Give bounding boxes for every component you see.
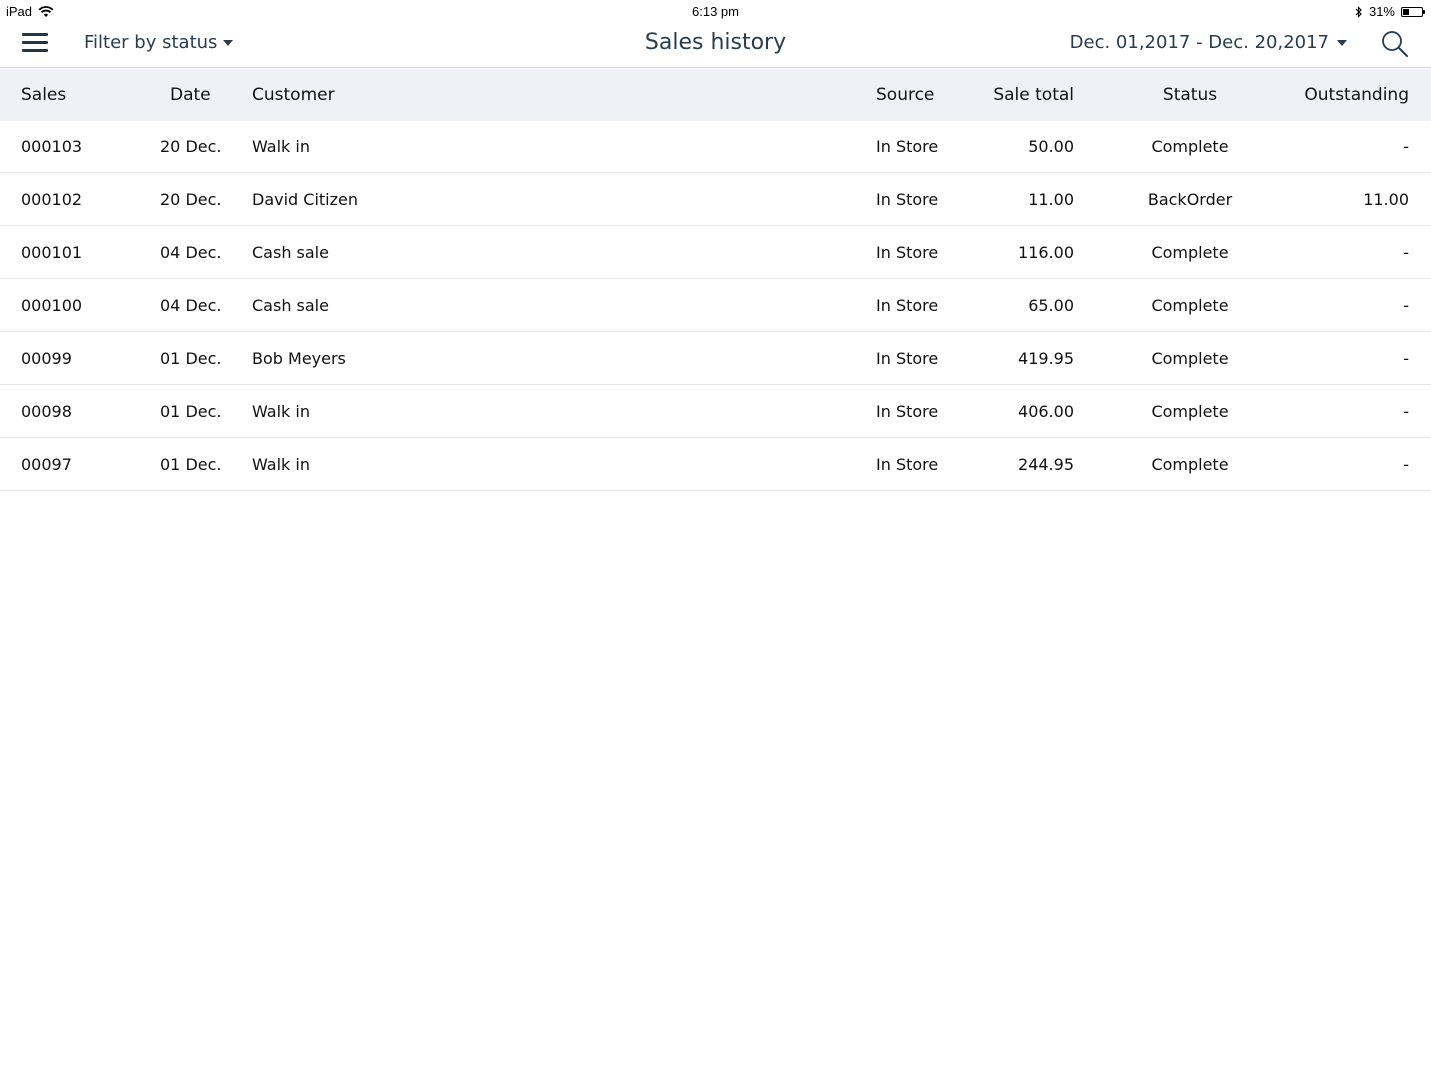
cell-status: Complete	[1151, 243, 1229, 262]
cell-status: Complete	[1151, 296, 1229, 315]
table-row[interactable]: 000100 04 Dec. Cash sale In Store 65.00 …	[0, 280, 1431, 332]
cell-sale-total: 11.00	[1028, 190, 1074, 209]
cell-outstanding: -	[1403, 296, 1409, 315]
column-header-sale-total[interactable]: Sale total	[993, 69, 1074, 121]
table-header: Sales Date Customer Source Sale total St…	[0, 69, 1431, 121]
table-row[interactable]: 000101 04 Dec. Cash sale In Store 116.00…	[0, 227, 1431, 279]
cell-source: In Store	[876, 455, 939, 474]
cell-outstanding: -	[1403, 243, 1409, 262]
cell-date: 04 Dec.	[160, 296, 222, 315]
date-range-label: Dec. 01,2017 - Dec. 20,2017	[1069, 32, 1329, 53]
cell-date: 01 Dec.	[160, 349, 222, 368]
cell-customer: Cash sale	[252, 243, 329, 262]
search-icon[interactable]	[1381, 30, 1409, 58]
cell-sale-total: 406.00	[1018, 402, 1074, 421]
column-header-source[interactable]: Source	[876, 69, 934, 121]
cell-source: In Store	[876, 243, 939, 262]
cell-outstanding: -	[1403, 137, 1409, 156]
column-header-sales[interactable]: Sales	[21, 69, 66, 121]
cell-outstanding: -	[1403, 349, 1409, 368]
cell-sale-total: 244.95	[1018, 455, 1074, 474]
date-range-dropdown[interactable]: Dec. 01,2017 - Dec. 20,2017	[1070, 32, 1347, 53]
caret-down-icon	[1337, 39, 1347, 46]
battery-level	[1403, 8, 1409, 15]
top-nav-bar: Filter by status Sales history Dec. 01,2…	[0, 22, 1431, 68]
table-row[interactable]: 00098 01 Dec. Walk in In Store 406.00 Co…	[0, 386, 1431, 438]
table-row[interactable]: 000102 20 Dec. David Citizen In Store 11…	[0, 174, 1431, 226]
cell-source: In Store	[876, 402, 939, 421]
cell-customer: Walk in	[252, 137, 310, 156]
cell-status: Complete	[1151, 402, 1229, 421]
hamburger-menu-icon[interactable]	[22, 33, 48, 55]
filter-by-status-label: Filter by status	[84, 32, 218, 53]
cell-status: Complete	[1151, 349, 1229, 368]
cell-source: In Store	[876, 137, 939, 156]
column-header-outstanding[interactable]: Outstanding	[1304, 69, 1409, 121]
cell-date: 01 Dec.	[160, 402, 222, 421]
status-bar: iPad 6:13 pm 31%	[0, 0, 1431, 22]
column-header-status[interactable]: Status	[1130, 69, 1250, 121]
cell-customer: Walk in	[252, 455, 310, 474]
cell-customer: David Citizen	[252, 190, 358, 209]
filter-by-status-dropdown[interactable]: Filter by status	[84, 32, 234, 53]
cell-sales: 000102	[21, 190, 83, 209]
table-row[interactable]: 00097 01 Dec. Walk in In Store 244.95 Co…	[0, 439, 1431, 491]
cell-sales: 00098	[21, 402, 72, 421]
cell-customer: Walk in	[252, 402, 310, 421]
cell-outstanding: -	[1403, 402, 1409, 421]
table-row[interactable]: 00099 01 Dec. Bob Meyers In Store 419.95…	[0, 333, 1431, 385]
cell-date: 20 Dec.	[160, 190, 222, 209]
cell-status: BackOrder	[1147, 190, 1233, 209]
cell-source: In Store	[876, 296, 939, 315]
cell-sales: 00097	[21, 455, 72, 474]
status-bar-right: 31%	[1355, 4, 1425, 19]
cell-date: 20 Dec.	[160, 137, 222, 156]
column-header-date[interactable]: Date	[170, 69, 211, 121]
column-header-customer[interactable]: Customer	[252, 69, 335, 121]
cell-source: In Store	[876, 190, 939, 209]
table-row[interactable]: 000103 20 Dec. Walk in In Store 50.00 Co…	[0, 121, 1431, 173]
cell-sale-total: 65.00	[1028, 296, 1074, 315]
cell-customer: Bob Meyers	[252, 349, 346, 368]
cell-sale-total: 50.00	[1028, 137, 1074, 156]
battery-percent: 31%	[1368, 4, 1395, 19]
cell-sale-total: 419.95	[1018, 349, 1074, 368]
cell-date: 01 Dec.	[160, 455, 222, 474]
cell-customer: Cash sale	[252, 296, 329, 315]
cell-outstanding: -	[1403, 455, 1409, 474]
cell-status: Complete	[1151, 455, 1229, 474]
cell-sales: 00099	[21, 349, 72, 368]
caret-down-icon	[223, 39, 234, 46]
status-time: 6:13 pm	[692, 4, 739, 19]
cell-date: 04 Dec.	[160, 243, 222, 262]
cell-sales: 000101	[21, 243, 83, 262]
cell-source: In Store	[876, 349, 939, 368]
cell-sales: 000100	[21, 296, 83, 315]
battery-icon	[1401, 6, 1425, 17]
cell-sale-total: 116.00	[1018, 243, 1074, 262]
bluetooth-icon	[1355, 5, 1362, 18]
cell-status: Complete	[1151, 137, 1229, 156]
cell-sales: 000103	[21, 137, 83, 156]
cell-outstanding: 11.00	[1363, 190, 1409, 209]
